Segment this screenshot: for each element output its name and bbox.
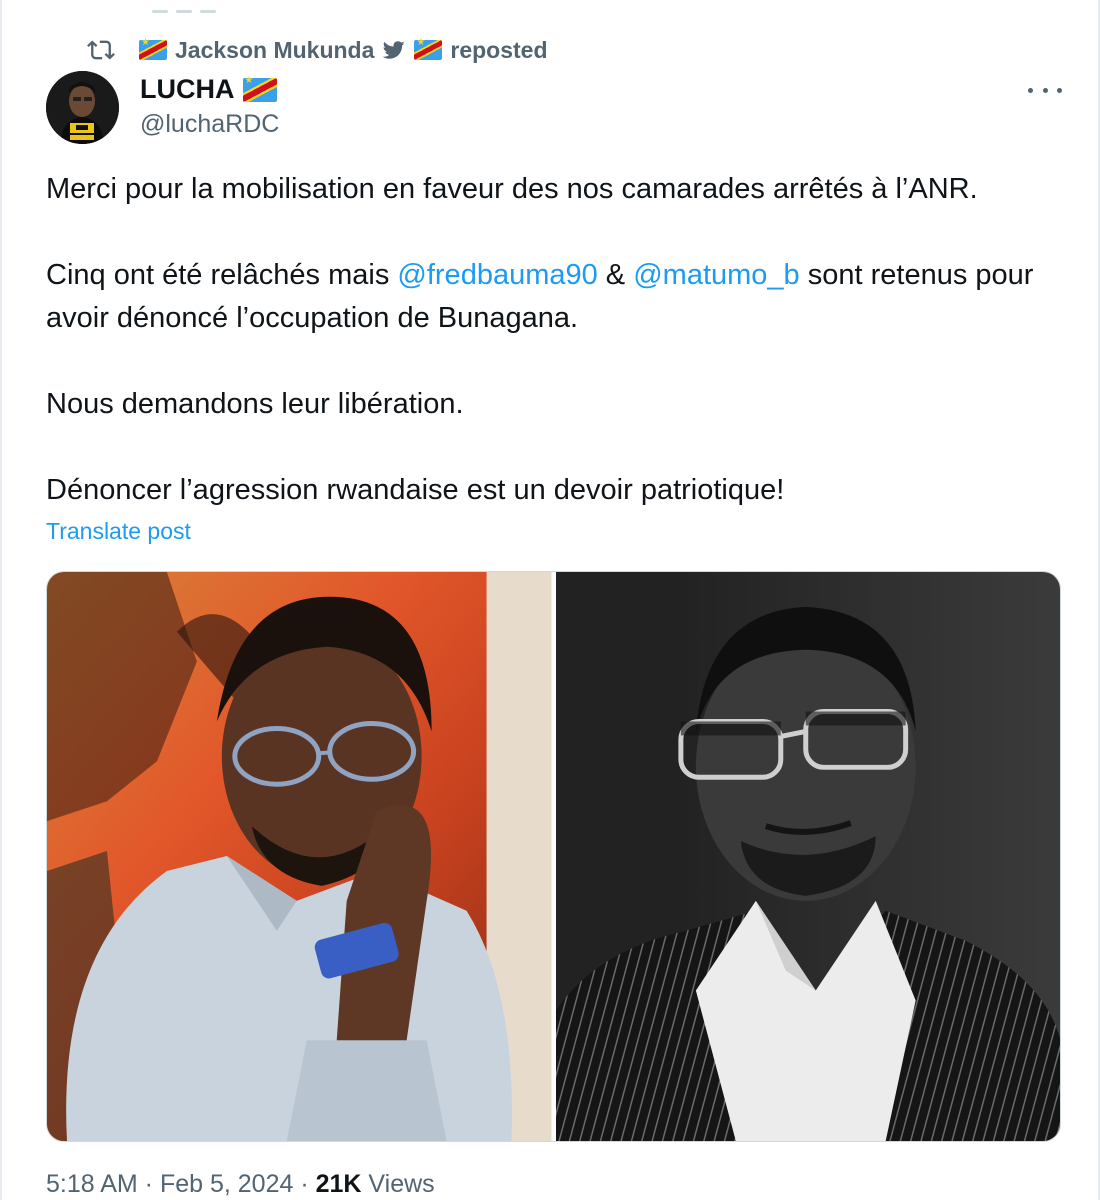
translate-post-link[interactable]: Translate post (46, 518, 191, 545)
views-label: Views (361, 1170, 435, 1198)
avatar[interactable] (46, 71, 119, 144)
author-name-text[interactable]: LUCHA (140, 74, 235, 105)
previous-content-edge (152, 0, 262, 13)
reposter-name[interactable]: Jackson Mukunda (175, 37, 374, 64)
repost-suffix: reposted (450, 36, 548, 63)
post-paragraph: Cinq ont été relâchés mais @fredbauma90 … (46, 254, 1066, 340)
author-handle[interactable]: @luchaRDC (140, 110, 279, 139)
dot-icon (1042, 87, 1048, 93)
photo-left[interactable] (47, 572, 552, 1141)
drc-flag-icon (242, 75, 277, 102)
text-segment: & (597, 259, 634, 291)
portrait-image (47, 572, 552, 1141)
more-options-button[interactable] (1028, 78, 1062, 102)
bird-icon (382, 39, 406, 61)
author-display-name[interactable]: LUCHA (140, 74, 277, 105)
mention-link[interactable]: @fredbauma90 (397, 259, 597, 291)
dot-icon (1057, 87, 1062, 93)
repost-context[interactable]: Jackson Mukunda reposted (87, 34, 548, 66)
post-text: Merci pour la mobilisation en faveur des… (46, 168, 1066, 512)
repost-icon (87, 36, 115, 64)
post-paragraph: Nous demandons leur libération. (46, 388, 464, 420)
dot-icon (1028, 87, 1033, 93)
mention-link[interactable]: @matumo_b (633, 259, 799, 291)
drc-flag-icon (139, 37, 167, 60)
views-count: 21K (315, 1170, 362, 1198)
separator: · (293, 1170, 316, 1198)
post-paragraph: Dénoncer l’agression rwandaise est un de… (46, 474, 785, 506)
separator: · (137, 1170, 160, 1198)
post-metadata: 5:18 AM · Feb 5, 2024 · 21K Views (46, 1170, 435, 1199)
text-segment: Cinq ont été relâchés mais (46, 259, 398, 291)
post-date[interactable]: Feb 5, 2024 (160, 1170, 293, 1198)
post-time[interactable]: 5:18 AM (46, 1170, 138, 1198)
tweet-card: Jackson Mukunda reposted LUCHA @luchaRDC… (0, 0, 1100, 1200)
post-paragraph: Merci pour la mobilisation en faveur des… (46, 173, 978, 205)
portrait-image (555, 572, 1060, 1141)
media-grid (46, 571, 1061, 1142)
photo-right[interactable] (555, 572, 1060, 1141)
drc-flag-icon (414, 37, 443, 60)
